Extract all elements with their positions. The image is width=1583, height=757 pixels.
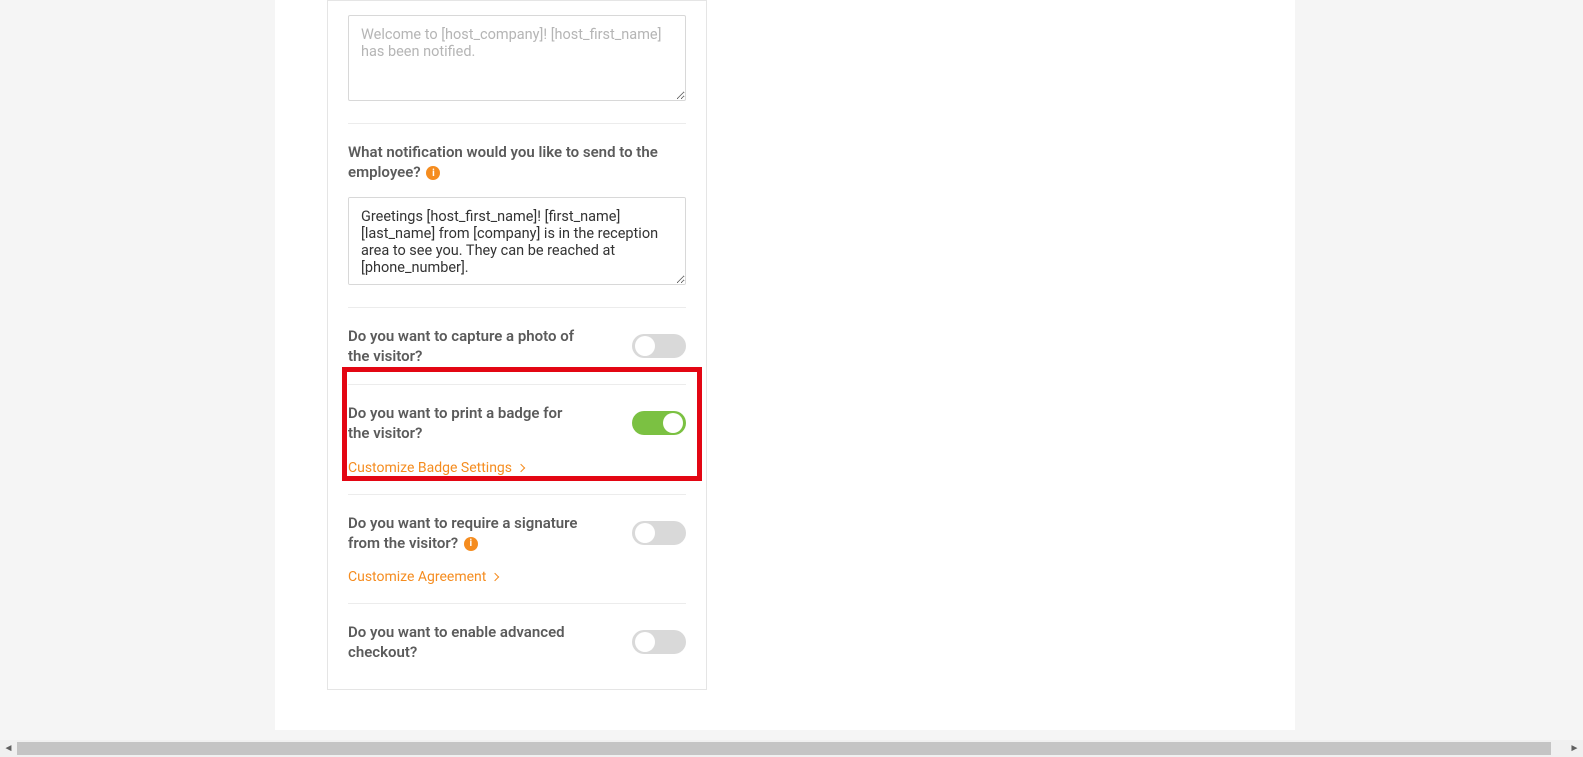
advanced-checkout-section: Do you want to enable advanced checkout?	[348, 603, 686, 681]
print-badge-toggle[interactable]	[632, 411, 686, 435]
signature-label: Do you want to require a signature from …	[348, 513, 583, 554]
employee-notification-section: What notification would you like to send…	[348, 123, 686, 307]
scrollbar-track[interactable]	[17, 740, 1566, 757]
signature-section: Do you want to require a signature from …	[348, 494, 686, 604]
capture-photo-toggle[interactable]	[632, 334, 686, 358]
employee-notification-label: What notification would you like to send…	[348, 142, 686, 183]
info-icon[interactable]: i	[426, 166, 440, 180]
customize-badge-link[interactable]: Customize Badge Settings	[348, 460, 524, 476]
scroll-left-arrow-icon[interactable]: ◄	[0, 740, 17, 757]
scrollbar-thumb[interactable]	[17, 742, 1551, 755]
chevron-right-icon	[491, 573, 499, 581]
signature-label-text: Do you want to require a signature from …	[348, 514, 578, 552]
scroll-right-arrow-icon[interactable]: ►	[1566, 740, 1583, 757]
visitor-message-section	[348, 1, 686, 123]
capture-photo-label: Do you want to capture a photo of the vi…	[348, 326, 583, 367]
signature-toggle[interactable]	[632, 521, 686, 545]
customize-agreement-link[interactable]: Customize Agreement	[348, 569, 498, 585]
chevron-right-icon	[517, 463, 525, 471]
employee-notification-textarea[interactable]	[348, 197, 686, 285]
customize-badge-link-text: Customize Badge Settings	[348, 460, 512, 476]
advanced-checkout-label: Do you want to enable advanced checkout?	[348, 622, 583, 663]
horizontal-scrollbar[interactable]: ◄ ►	[0, 740, 1583, 757]
visitor-message-textarea[interactable]	[348, 15, 686, 101]
print-badge-label: Do you want to print a badge for the vis…	[348, 403, 583, 444]
customize-agreement-link-text: Customize Agreement	[348, 569, 486, 585]
info-icon[interactable]: i	[464, 537, 478, 551]
advanced-checkout-toggle[interactable]	[632, 630, 686, 654]
employee-notification-label-text: What notification would you like to send…	[348, 143, 658, 181]
settings-form-panel: What notification would you like to send…	[327, 0, 707, 690]
capture-photo-section: Do you want to capture a photo of the vi…	[348, 307, 686, 385]
print-badge-section: Do you want to print a badge for the vis…	[348, 384, 686, 494]
